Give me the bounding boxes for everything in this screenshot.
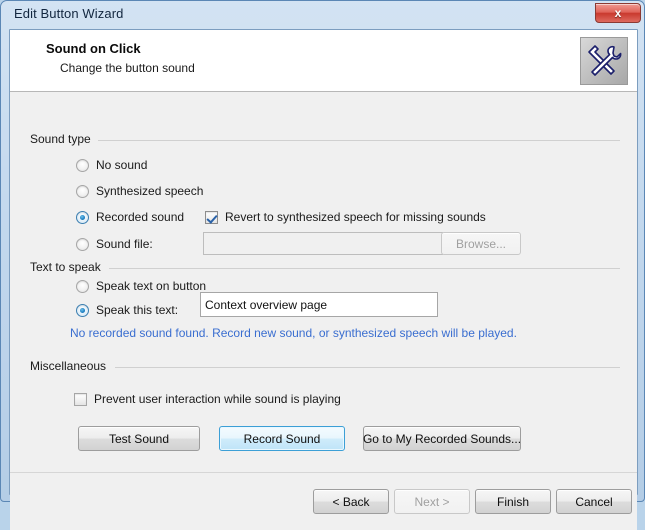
- sound-type-group-label: Sound type: [30, 132, 97, 146]
- dialog-content-frame: Sound on Click Change the button sound S…: [9, 29, 638, 530]
- radio-synthesized-speech-label: Synthesized speech: [96, 184, 204, 198]
- go-to-my-recorded-sounds-button[interactable]: Go to My Recorded Sounds...: [363, 426, 521, 451]
- window-title: Edit Button Wizard: [14, 6, 124, 21]
- radio-synthesized-speech[interactable]: Synthesized speech: [76, 184, 203, 198]
- title-bar: Edit Button Wizard x: [1, 1, 645, 29]
- radio-icon-selected: [76, 210, 89, 224]
- page-subtitle: Change the button sound: [60, 61, 195, 75]
- radio-icon: [76, 237, 89, 251]
- prevent-user-interaction-checkbox[interactable]: Prevent user interaction while sound is …: [74, 392, 341, 406]
- radio-icon: [76, 184, 89, 198]
- close-button[interactable]: x: [595, 3, 641, 23]
- radio-icon-selected: [76, 303, 89, 317]
- record-sound-button-label: Record Sound: [243, 431, 321, 446]
- prevent-user-interaction-label: Prevent user interaction while sound is …: [94, 392, 341, 406]
- radio-speak-text-on-button[interactable]: Speak text on button: [76, 279, 206, 293]
- radio-speak-this-text[interactable]: Speak this text:: [76, 303, 178, 317]
- checkbox-icon-checked: [205, 210, 218, 224]
- go-to-my-recorded-sounds-label: Go to My Recorded Sounds...: [362, 431, 522, 446]
- page-title: Sound on Click: [46, 41, 141, 56]
- radio-sound-file-label: Sound file:: [96, 237, 153, 251]
- wizard-header: Sound on Click Change the button sound: [10, 30, 637, 92]
- test-sound-button[interactable]: Test Sound: [78, 426, 200, 451]
- browse-button[interactable]: Browse...: [441, 232, 521, 255]
- radio-speak-this-text-label: Speak this text:: [96, 303, 179, 317]
- radio-no-sound-label: No sound: [96, 158, 148, 172]
- browse-button-label: Browse...: [455, 236, 506, 251]
- radio-recorded-sound[interactable]: Recorded sound: [76, 210, 184, 224]
- group-divider: [115, 367, 620, 368]
- wizard-footer: < Back Next > Finish Cancel: [10, 472, 637, 530]
- wizard-body: Sound type No sound Synthesized speech R…: [10, 92, 637, 472]
- wizard-window: Edit Button Wizard x Sound on Click Chan…: [0, 0, 645, 530]
- revert-synthesized-checkbox[interactable]: Revert to synthesized speech for missing…: [205, 210, 486, 224]
- radio-recorded-sound-label: Recorded sound: [96, 210, 185, 224]
- radio-icon: [76, 279, 89, 293]
- radio-sound-file[interactable]: Sound file:: [76, 237, 153, 251]
- radio-speak-text-on-button-label: Speak text on button: [96, 279, 207, 293]
- close-icon: x: [614, 6, 622, 20]
- speak-this-text-input[interactable]: [200, 292, 438, 317]
- test-sound-button-label: Test Sound: [108, 431, 170, 446]
- group-divider: [98, 140, 620, 141]
- no-recorded-sound-message: No recorded sound found. Record new soun…: [70, 326, 517, 340]
- revert-synthesized-label: Revert to synthesized speech for missing…: [225, 210, 486, 224]
- miscellaneous-group-label: Miscellaneous: [30, 359, 113, 373]
- sound-file-input[interactable]: [203, 232, 443, 255]
- tools-wrench-screwdriver-icon: [580, 37, 628, 85]
- text-to-speak-group-label: Text to speak: [30, 260, 107, 274]
- radio-no-sound[interactable]: No sound: [76, 158, 147, 172]
- record-sound-button[interactable]: Record Sound: [219, 426, 345, 451]
- checkbox-icon: [74, 392, 87, 406]
- group-divider: [109, 268, 620, 269]
- radio-icon: [76, 158, 89, 172]
